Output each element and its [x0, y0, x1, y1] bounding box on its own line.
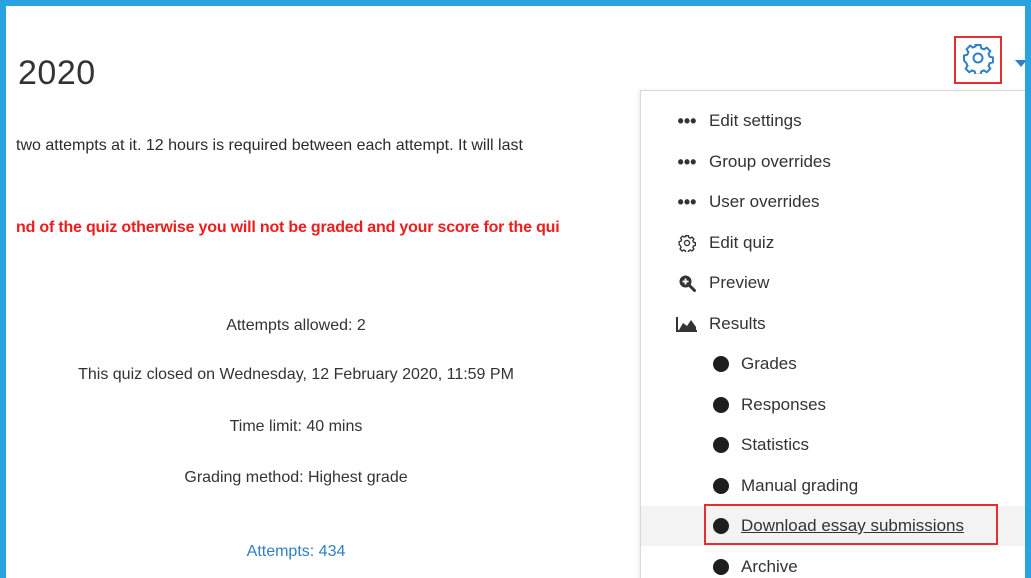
actions-dropdown-menu: ••• Edit settings ••• Group overrides ••…	[640, 90, 1025, 578]
menu-item-responses[interactable]: Responses	[641, 385, 1025, 425]
menu-item-manual-grading[interactable]: Manual grading	[641, 466, 1025, 506]
time-limit: Time limit: 40 mins	[229, 418, 363, 435]
quiz-warning-text: nd of the quiz otherwise you will not be…	[16, 219, 560, 236]
attempts-link[interactable]: Attempts: 434	[247, 543, 346, 560]
chevron-down-icon[interactable]	[1015, 60, 1025, 67]
menu-item-label: Statistics	[741, 435, 810, 454]
bullet-icon	[709, 559, 733, 575]
menu-item-group-overrides[interactable]: ••• Group overrides	[641, 142, 1025, 182]
menu-item-download-essay-submissions[interactable]: Download essay submissions	[641, 506, 1025, 546]
area-chart-icon	[675, 316, 699, 332]
actions-menu-button[interactable]	[954, 36, 1002, 84]
menu-item-archive[interactable]: Archive	[641, 547, 1025, 578]
grading-method: Grading method: Highest grade	[184, 469, 408, 486]
menu-item-label: Grades	[741, 354, 797, 373]
gear-icon	[675, 234, 699, 252]
menu-item-label: Download essay submissions	[741, 516, 964, 535]
menu-item-label: Edit quiz	[709, 233, 775, 252]
menu-item-label: Responses	[741, 395, 827, 414]
bullet-icon	[709, 437, 733, 453]
menu-item-grades[interactable]: Grades	[641, 344, 1025, 384]
bullet-icon	[709, 356, 733, 372]
menu-item-label: Edit settings	[709, 111, 802, 130]
menu-item-results[interactable]: Results	[641, 304, 1025, 344]
menu-item-label: Manual grading	[741, 476, 859, 495]
page-frame: 2020 two attempts at it. 12 hours is req…	[0, 0, 1031, 578]
bullet-icon	[709, 478, 733, 494]
attempts-link-wrap: Attempts: 434	[16, 543, 576, 561]
bullet-icon	[709, 518, 733, 534]
menu-item-label: User overrides	[709, 192, 820, 211]
menu-item-label: Archive	[741, 557, 798, 576]
page-title: 2020	[18, 54, 96, 92]
menu-item-label: Preview	[709, 273, 770, 292]
attempts-allowed: Attempts allowed: 2	[226, 317, 366, 334]
dots-icon: •••	[677, 192, 697, 212]
dots-icon: •••	[677, 152, 697, 172]
quiz-closed-date: This quiz closed on Wednesday, 12 Februa…	[78, 366, 514, 383]
menu-item-edit-settings[interactable]: ••• Edit settings	[641, 101, 1025, 141]
menu-item-label: Results	[709, 314, 766, 333]
menu-item-user-overrides[interactable]: ••• User overrides	[641, 182, 1025, 222]
menu-item-edit-quiz[interactable]: Edit quiz	[641, 223, 1025, 263]
bullet-icon	[709, 397, 733, 413]
zoom-in-icon	[675, 274, 699, 292]
menu-item-preview[interactable]: Preview	[641, 263, 1025, 303]
gear-icon	[962, 42, 994, 79]
menu-item-statistics[interactable]: Statistics	[641, 425, 1025, 465]
dots-icon: •••	[677, 111, 697, 131]
quiz-intro-text: two attempts at it. 12 hours is required…	[16, 137, 523, 154]
menu-item-label: Group overrides	[709, 152, 831, 171]
